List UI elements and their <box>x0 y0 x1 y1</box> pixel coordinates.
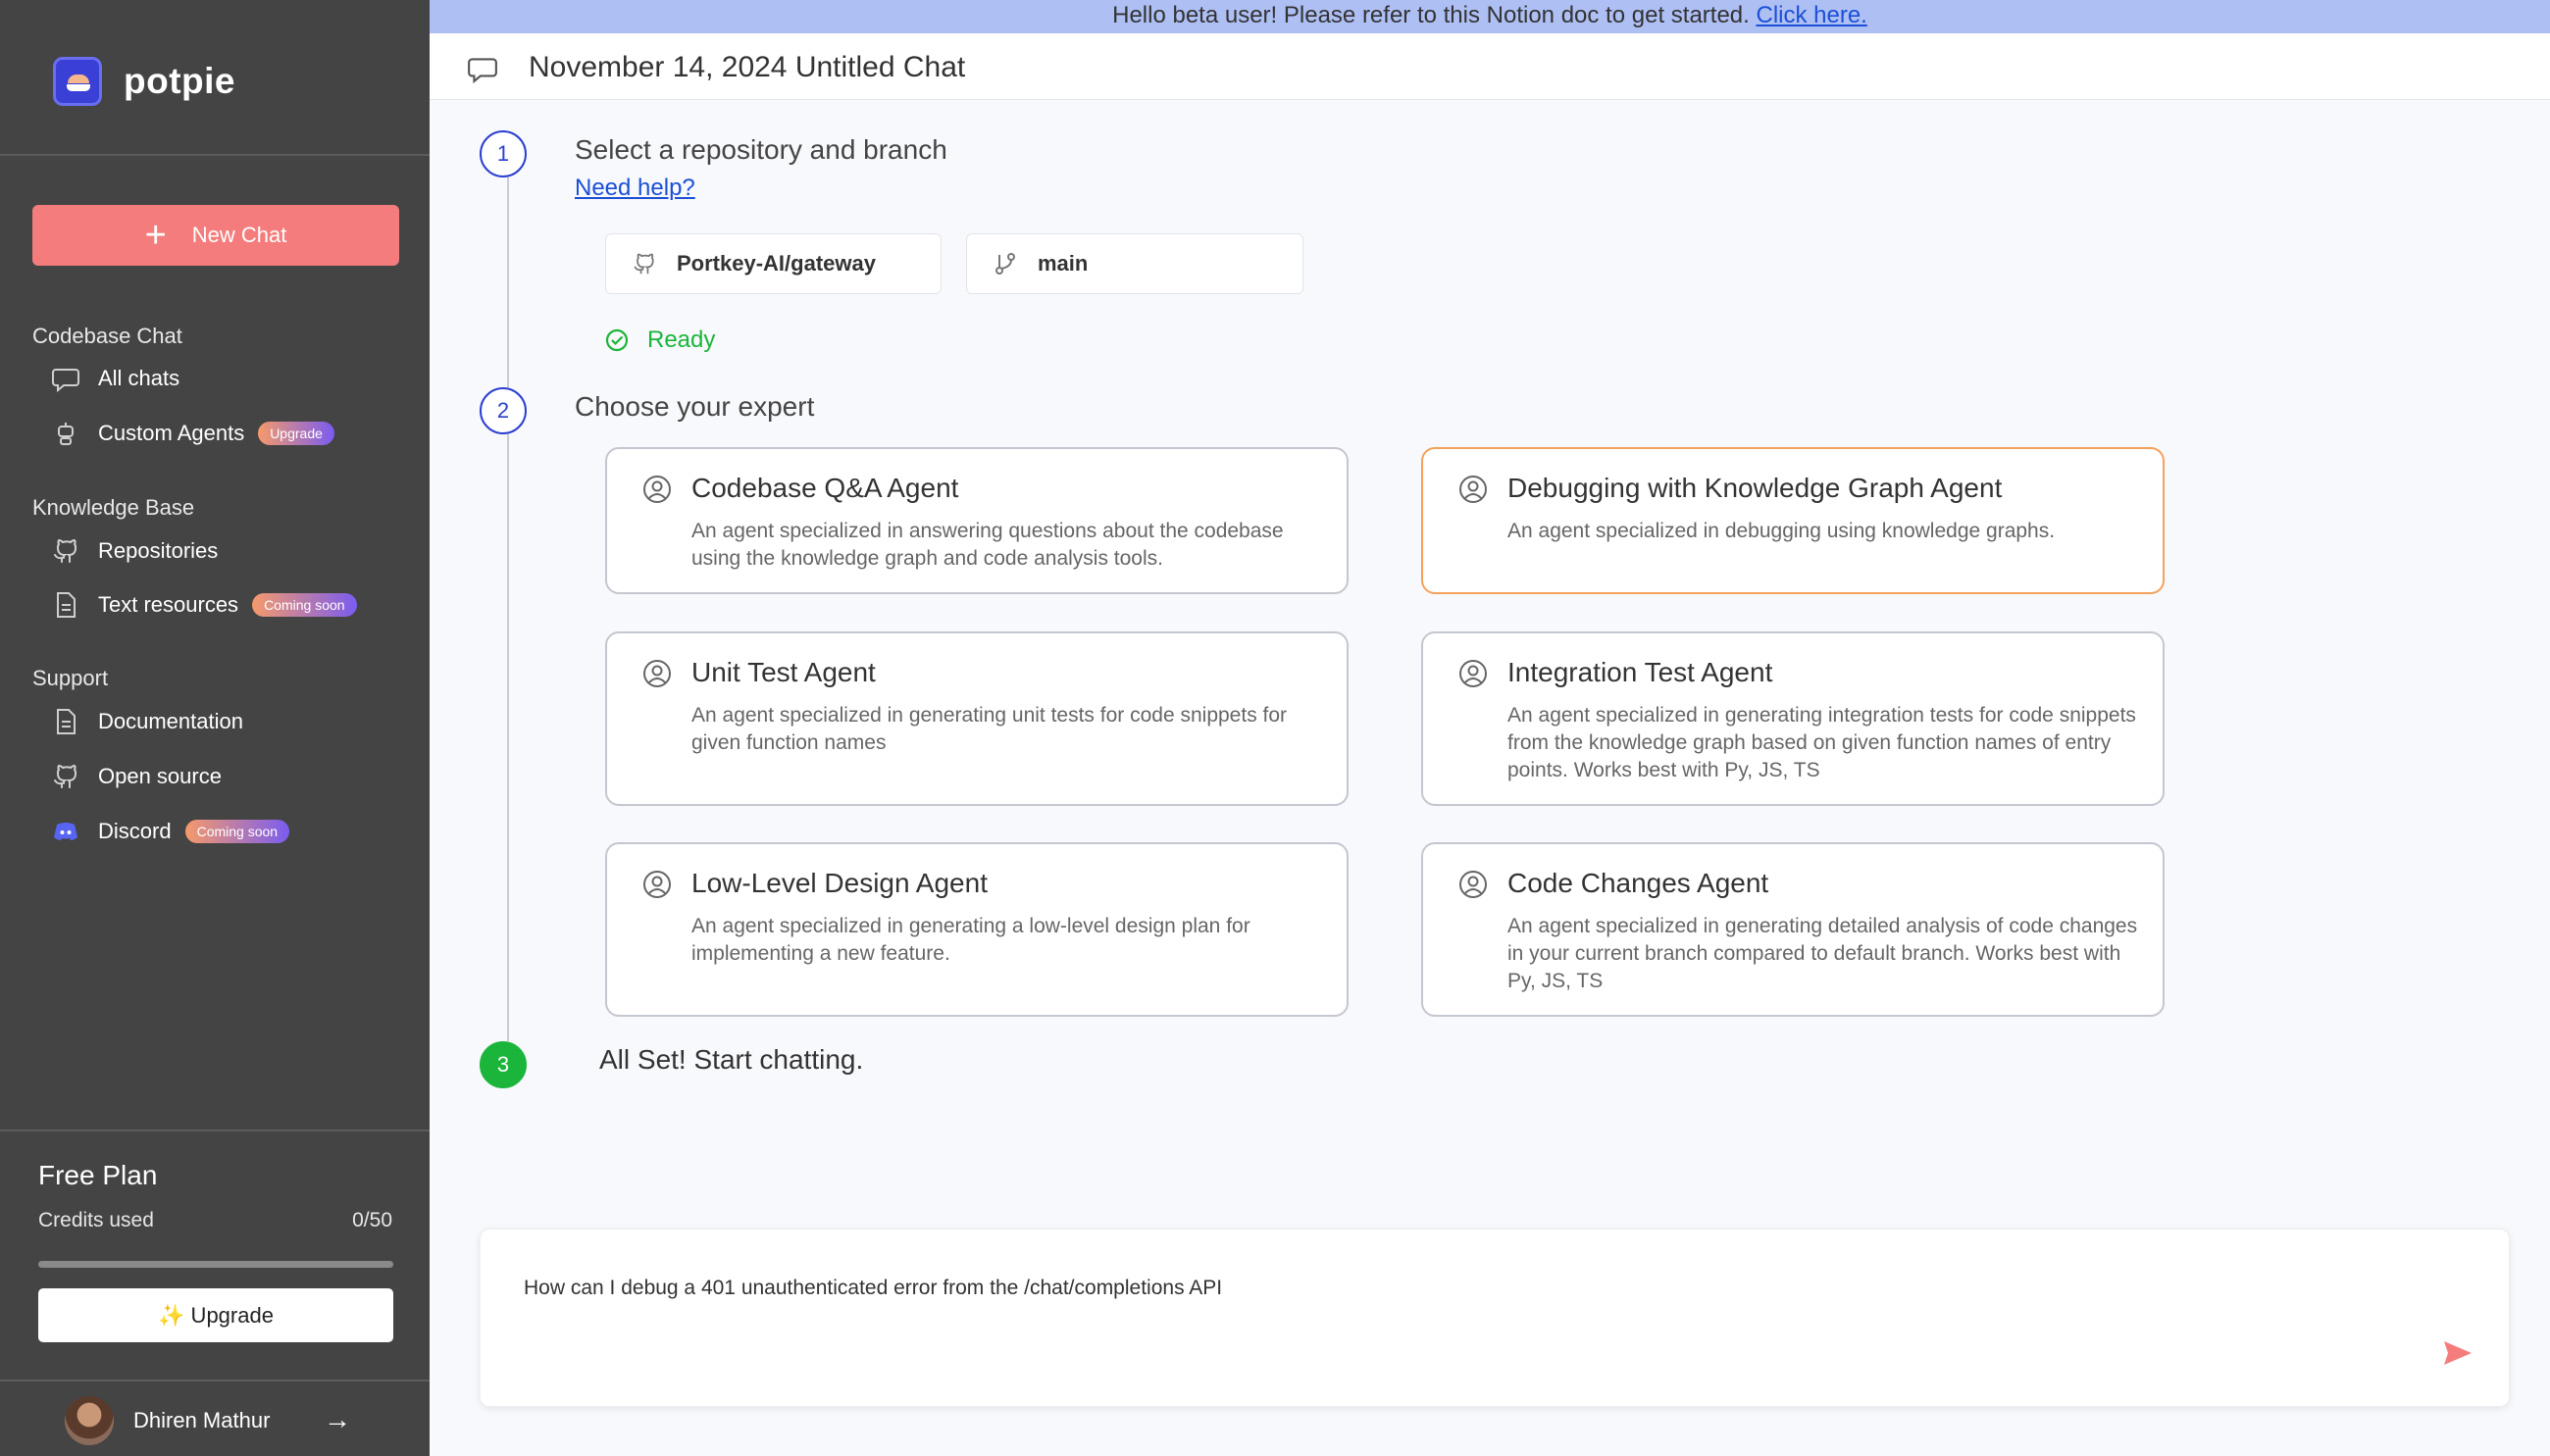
sidebar: potpie + New Chat Codebase Chat All chat… <box>0 0 430 1456</box>
step-1-title: Select a repository and branch <box>575 134 947 165</box>
user-circle-icon <box>642 659 672 693</box>
document-icon <box>51 707 80 736</box>
user-name: Dhiren Mathur <box>133 1408 271 1432</box>
agent-card-debugging[interactable]: Debugging with Knowledge Graph Agent An … <box>1421 447 2165 594</box>
credits-value: 0/50 <box>352 1209 392 1231</box>
step-connector <box>507 434 509 1041</box>
user-circle-icon <box>642 870 672 904</box>
agent-description: An agent specialized in answering questi… <box>691 520 1284 570</box>
step-2-indicator: 2 <box>480 387 527 434</box>
user-circle-icon <box>1458 659 1488 693</box>
banner-text: Hello beta user! Please refer to this No… <box>1112 2 1750 28</box>
agent-description: An agent specialized in generating a low… <box>691 915 1250 965</box>
plus-icon: + <box>144 215 167 256</box>
agent-card-low-level-design[interactable]: Low-Level Design Agent An agent speciali… <box>605 842 1349 1017</box>
plan-title: Free Plan <box>38 1160 158 1190</box>
user-profile[interactable]: Dhiren Mathur → <box>0 1381 430 1456</box>
sidebar-item-label: Discord <box>98 819 172 843</box>
agent-description: An agent specialized in generating integ… <box>1507 704 2136 781</box>
sidebar-item-label: Open source <box>98 764 222 788</box>
agent-title: Code Changes Agent <box>1507 868 1769 898</box>
sidebar-divider <box>0 1130 430 1131</box>
user-circle-icon <box>642 475 672 509</box>
sidebar-item-text-resources[interactable]: Text resources Coming soon <box>51 585 357 625</box>
repository-value: Portkey-AI/gateway <box>677 251 876 276</box>
step-2-title: Choose your expert <box>575 391 815 422</box>
sidebar-item-label: All chats <box>98 366 180 390</box>
github-icon <box>51 762 80 791</box>
repository-select[interactable]: Portkey-AI/gateway <box>605 233 942 294</box>
page-title: November 14, 2024 Untitled Chat <box>529 51 966 83</box>
step-3-indicator: 3 <box>480 1041 527 1088</box>
agent-description: An agent specialized in generating detai… <box>1507 915 2138 992</box>
coming-soon-badge: Coming soon <box>184 820 290 843</box>
user-circle-icon <box>1458 870 1488 904</box>
send-icon[interactable] <box>2442 1339 2474 1372</box>
chat-bubble-icon <box>51 364 80 393</box>
agent-title: Unit Test Agent <box>691 657 876 687</box>
section-label-support: Support <box>32 666 109 690</box>
sidebar-item-label: Repositories <box>98 538 219 563</box>
step-3-title: All Set! Start chatting. <box>599 1044 864 1075</box>
new-chat-label: New Chat <box>191 223 287 247</box>
user-circle-icon <box>1458 475 1488 509</box>
robot-icon <box>51 419 80 448</box>
sidebar-item-repositories[interactable]: Repositories <box>51 531 218 571</box>
sidebar-item-custom-agents[interactable]: Custom Agents Upgrade <box>51 414 334 453</box>
git-branch-icon <box>993 251 1018 276</box>
sidebar-item-open-source[interactable]: Open source <box>51 757 222 796</box>
discord-icon <box>51 817 80 846</box>
ready-status: Ready <box>604 326 715 354</box>
credits-progress-bar <box>38 1261 393 1268</box>
sidebar-item-all-chats[interactable]: All chats <box>51 359 179 398</box>
need-help-link[interactable]: Need help? <box>575 175 695 202</box>
section-label-knowledge: Knowledge Base <box>32 495 195 520</box>
agent-title: Low-Level Design Agent <box>691 868 988 898</box>
document-icon <box>51 590 80 620</box>
agent-card-code-changes[interactable]: Code Changes Agent An agent specialized … <box>1421 842 2165 1017</box>
sidebar-item-discord[interactable]: Discord Coming soon <box>51 812 290 851</box>
check-circle-icon <box>605 328 629 352</box>
sidebar-item-label: Custom Agents <box>98 421 245 445</box>
logout-arrow-icon[interactable]: → <box>324 1404 351 1435</box>
potpie-logo-icon <box>53 57 102 106</box>
agent-card-integration-test[interactable]: Integration Test Agent An agent speciali… <box>1421 631 2165 806</box>
sidebar-item-label: Documentation <box>98 709 243 733</box>
new-chat-button[interactable]: + New Chat <box>32 205 399 266</box>
avatar[interactable] <box>65 1396 114 1445</box>
branch-value: main <box>1038 251 1089 276</box>
step-1-indicator: 1 <box>480 130 527 177</box>
upgrade-badge[interactable]: Upgrade <box>258 422 334 445</box>
agent-title: Codebase Q&A Agent <box>691 473 959 503</box>
step-connector <box>507 177 509 389</box>
chat-input-box[interactable]: How can I debug a 401 unauthenticated er… <box>480 1229 2510 1407</box>
github-icon <box>632 251 657 276</box>
sidebar-item-label: Text resources <box>98 592 239 617</box>
chat-bubble-icon <box>467 53 498 89</box>
agent-title: Debugging with Knowledge Graph Agent <box>1507 473 2003 503</box>
agent-card-unit-test[interactable]: Unit Test Agent An agent specialized in … <box>605 631 1349 806</box>
branch-select[interactable]: main <box>966 233 1303 294</box>
chat-header: November 14, 2024 Untitled Chat <box>430 33 2550 100</box>
beta-banner: Hello beta user! Please refer to this No… <box>430 0 2550 33</box>
ready-label: Ready <box>647 326 716 353</box>
chat-message-input[interactable]: How can I debug a 401 unauthenticated er… <box>524 1277 2387 1300</box>
github-icon <box>51 536 80 566</box>
banner-link[interactable]: Click here. <box>1756 2 1866 28</box>
agent-title: Integration Test Agent <box>1507 657 1773 687</box>
upgrade-button[interactable]: ✨ Upgrade <box>38 1288 393 1342</box>
agent-description: An agent specialized in generating unit … <box>691 704 1288 754</box>
coming-soon-badge: Coming soon <box>252 593 357 617</box>
credits-label: Credits used <box>38 1209 154 1231</box>
brand[interactable]: potpie <box>53 57 235 106</box>
section-label-codebase: Codebase Chat <box>32 324 182 348</box>
agent-description: An agent specialized in debugging using … <box>1507 520 2056 542</box>
agent-card-codebase-qa[interactable]: Codebase Q&A Agent An agent specialized … <box>605 447 1349 594</box>
sidebar-item-documentation[interactable]: Documentation <box>51 702 243 741</box>
sidebar-divider <box>0 154 430 156</box>
brand-name: potpie <box>124 61 235 101</box>
